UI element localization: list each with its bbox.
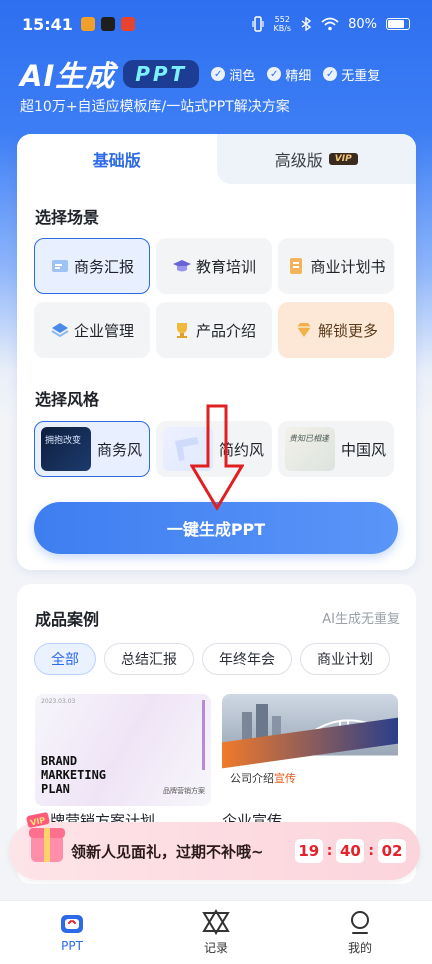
notification-app-icon [80,17,95,31]
trophy-icon [176,323,187,338]
generator-card: 基础版 高级版 VIP 选择场景 商务汇报 教育培训 商业计划书 企业管理 产品… [17,134,416,570]
filter-chip-summary[interactable]: 总结汇报 [104,643,194,675]
check-icon: ✓ [267,67,282,81]
tab-records[interactable]: 记录 [144,901,288,964]
gift-icon: VIP [26,812,65,862]
newcomer-promo-banner[interactable]: VIP 领新人见面礼，过期不补哦~ 19 : 40 : 02 [9,812,420,880]
check-icon: ✓ [211,67,226,81]
style-thumbnail: 贵知已相逢 [285,427,335,471]
records-star-icon [202,909,230,935]
cases-title: 成品案例 [35,610,100,629]
style-chip-chinese[interactable]: 贵知已相逢 中国风 [278,421,394,477]
countdown-hours: 19 [294,839,323,863]
style-section-title: 选择风格 [35,390,100,409]
feature-badge: ✓ 精细 [267,65,311,84]
scene-chip-unlock-more[interactable]: 解锁更多 [278,302,394,358]
tab-basic[interactable]: 基础版 [17,134,217,184]
bluetooth-icon [301,17,312,31]
layers-icon [51,323,69,338]
filter-chip-annual[interactable]: 年终年会 [202,643,292,675]
cases-tagline: AI生成无重复 [322,612,400,627]
notification-app-icon [120,17,135,31]
profile-icon [351,911,369,934]
vibrate-icon [252,16,265,32]
countdown-timer: 19 : 40 : 02 [294,839,406,863]
filter-chip-all[interactable]: 全部 [34,643,96,675]
case-thumbnail-brand-marketing[interactable]: 2023.03.03 BRAND MARKETING PLAN 品牌营销方案 [35,694,211,806]
style-thumbnail: 拥抱改变 [41,427,91,471]
brand-title: AI生成 [20,59,116,93]
ppt-tab-icon [61,914,83,933]
countdown-seconds: 02 [378,839,406,863]
status-bar: 15:41 552 KB/s 80% [0,0,432,48]
tab-advanced[interactable]: 高级版 VIP [216,134,416,184]
case-thumbnail-company-promo[interactable]: 公司介绍宣传 [222,694,398,806]
graduation-cap-icon [172,260,191,272]
mode-tabs: 基础版 高级版 VIP [17,134,416,184]
scene-grid: 商务汇报 教育培训 商业计划书 企业管理 产品介绍 解锁更多 [34,238,394,358]
scene-chip-business-report[interactable]: 商务汇报 [34,238,150,294]
filter-chip-business-plan[interactable]: 商业计划 [300,643,390,675]
style-row: 拥抱改变 商务风 简约风 贵知已相逢 中国风 [34,421,394,477]
scene-chip-business-plan[interactable]: 商业计划书 [278,238,394,294]
style-thumbnail [163,427,213,471]
network-speed: 552 KB/s [273,15,292,33]
plan-book-icon [290,258,303,274]
battery-percent: 80% [348,16,377,32]
scene-chip-enterprise-mgmt[interactable]: 企业管理 [34,302,150,358]
feature-badge: ✓ 无重复 [323,65,380,84]
tab-ppt[interactable]: PPT [0,901,144,964]
bottom-tab-bar: PPT 记录 我的 [0,900,432,964]
case-filter-row: 全部 总结汇报 年终年会 商业计划 [34,643,390,675]
wifi-icon [321,17,339,31]
generate-ppt-button[interactable]: 一键生成PPT [34,502,398,554]
svg-text:VIP: VIP [30,816,47,828]
style-chip-business[interactable]: 拥抱改变 商务风 [34,421,150,477]
tab-mine[interactable]: 我的 [288,901,432,964]
notification-app-icon [100,17,115,31]
feature-badge: ✓ 润色 [211,65,255,84]
diamond-icon [296,323,311,337]
brand-row: AI生成 PPT ✓ 润色 ✓ 精细 ✓ 无重复 [20,56,380,93]
brand-pill: PPT [123,60,200,88]
vip-badge: VIP [328,153,358,165]
report-icon [51,260,68,272]
countdown-minutes: 40 [336,839,365,863]
status-time: 15:41 [22,14,73,34]
promo-text: 领新人见面礼，过期不补哦~ [71,842,264,861]
scene-chip-education[interactable]: 教育培训 [156,238,272,294]
scene-chip-product-intro[interactable]: 产品介绍 [156,302,272,358]
style-chip-simple[interactable]: 简约风 [156,421,272,477]
check-icon: ✓ [323,67,338,81]
scene-section-title: 选择场景 [35,208,100,227]
battery-icon [386,18,410,30]
brand-subtitle: 超10万+自适应模板库/一站式PPT解决方案 [20,99,290,115]
